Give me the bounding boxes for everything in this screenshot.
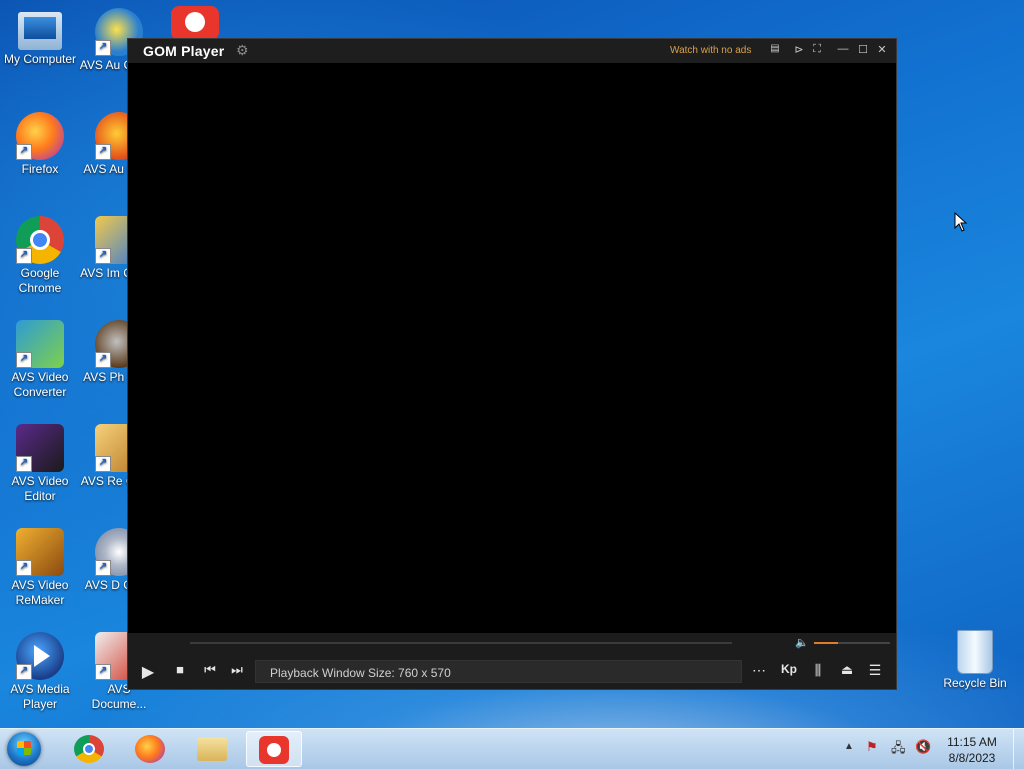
shortcut-arrow-icon: ↗ bbox=[95, 40, 111, 56]
taskbar-chrome[interactable] bbox=[62, 731, 118, 767]
windows-logo-icon bbox=[17, 741, 31, 755]
taskbar-explorer[interactable] bbox=[185, 731, 241, 767]
gom-titlebar[interactable]: GOM Player ⚙ Watch with no ads ▤ ⊳ ⛶ — ☐… bbox=[128, 39, 896, 63]
firefox-icon bbox=[135, 735, 165, 763]
desktop-icon-firefox[interactable]: ↗ Firefox bbox=[0, 112, 80, 177]
desktop-icon-chrome[interactable]: ↗ Google Chrome bbox=[0, 216, 80, 296]
icon-label: Recycle Bin bbox=[943, 676, 1007, 690]
avs-video-editor-icon: ↗ bbox=[16, 424, 64, 472]
volume-slider-fill bbox=[814, 642, 839, 644]
gom-player-window[interactable]: GOM Player ⚙ Watch with no ads ▤ ⊳ ⛶ — ☐… bbox=[127, 38, 897, 690]
avs-media-player-icon: ↗ bbox=[16, 632, 64, 680]
control-bar: 🔈 ▶ ■ ⏮ ⏭ Playback Window Size: 760 x 57… bbox=[128, 633, 896, 689]
desktop-icon-avs-video-remaker[interactable]: ↗ AVS Video ReMaker bbox=[0, 528, 80, 608]
stop-button[interactable]: ■ bbox=[170, 662, 190, 677]
icon-label: AVS Video Editor bbox=[11, 474, 69, 503]
recycle-bin-icon bbox=[957, 630, 993, 674]
shortcut-arrow-icon: ↗ bbox=[95, 664, 111, 680]
shortcut-arrow-icon: ↗ bbox=[16, 560, 32, 576]
equalizer-button[interactable]: ⫼ bbox=[808, 662, 828, 679]
shortcut-arrow-icon: ↗ bbox=[16, 456, 32, 472]
watch-no-ads-link[interactable]: Watch with no ads bbox=[670, 45, 751, 56]
desktop-icon-avs-video-editor[interactable]: ↗ AVS Video Editor bbox=[0, 424, 80, 504]
kp-button[interactable]: Kp bbox=[779, 662, 799, 676]
show-hidden-icons[interactable]: ▲ bbox=[844, 741, 854, 752]
next-button[interactable]: ⏭ bbox=[227, 662, 247, 678]
desktop-icon-recycle-bin[interactable]: Recycle Bin bbox=[935, 630, 1015, 691]
start-button[interactable] bbox=[7, 732, 41, 766]
gom-logo: GOM Player bbox=[143, 43, 225, 59]
taskbar: ▲ ⚑ 🖧 🔇 11:15 AM 8/8/2023 bbox=[0, 728, 1024, 769]
video-area[interactable] bbox=[128, 63, 896, 635]
show-desktop-button[interactable] bbox=[1013, 729, 1024, 769]
shortcut-arrow-icon: ↗ bbox=[95, 560, 111, 576]
icon-label: My Computer bbox=[3, 52, 77, 66]
folder-icon bbox=[197, 737, 227, 761]
desktop-icon-my-computer[interactable]: My Computer bbox=[0, 8, 80, 67]
maximize-icon[interactable]: ☐ bbox=[856, 43, 870, 56]
gear-icon[interactable]: ⚙ bbox=[236, 42, 249, 59]
shortcut-arrow-icon: ↗ bbox=[16, 664, 32, 680]
taskbar-gom-player[interactable] bbox=[246, 731, 302, 767]
my-computer-icon bbox=[18, 12, 62, 50]
play-button[interactable]: ▶ bbox=[138, 662, 158, 682]
shortcut-arrow-icon: ↗ bbox=[95, 144, 111, 160]
avs-video-remaker-icon: ↗ bbox=[16, 528, 64, 576]
eject-button[interactable]: ⏏ bbox=[837, 662, 857, 678]
chrome-icon bbox=[74, 735, 104, 763]
mini-player-icon[interactable]: ⊳ bbox=[792, 43, 806, 56]
clock-time[interactable]: 11:15 AM bbox=[937, 735, 1007, 749]
volume-icon[interactable]: 🔈 bbox=[795, 636, 809, 649]
volume-muted-icon[interactable]: 🔇 bbox=[915, 739, 931, 755]
minimize-icon[interactable]: — bbox=[836, 43, 850, 55]
desktop-icon-avs-video-converter[interactable]: ↗ AVS Video Converter bbox=[0, 320, 80, 400]
status-display: Playback Window Size: 760 x 570 bbox=[255, 660, 742, 683]
shortcut-arrow-icon: ↗ bbox=[95, 456, 111, 472]
previous-button[interactable]: ⏮ bbox=[200, 662, 220, 678]
icon-label: AVS Video Converter bbox=[11, 370, 69, 399]
icon-label: Google Chrome bbox=[18, 266, 62, 295]
icon-label: Firefox bbox=[21, 162, 59, 176]
shortcut-arrow-icon: ↗ bbox=[16, 144, 32, 160]
action-center-icon[interactable]: ⚑ bbox=[866, 739, 878, 755]
shortcut-arrow-icon: ↗ bbox=[16, 352, 32, 368]
firefox-icon: ↗ bbox=[16, 112, 64, 160]
shortcut-arrow-icon: ↗ bbox=[16, 248, 32, 264]
icon-label: AVS Video ReMaker bbox=[11, 578, 69, 607]
subtitle-icon[interactable]: ▤ bbox=[768, 43, 782, 54]
desktop-icon-avs-media-player[interactable]: ↗ AVS Media Player bbox=[0, 632, 80, 712]
close-icon[interactable]: ✕ bbox=[875, 43, 889, 56]
mouse-cursor-icon bbox=[954, 212, 968, 232]
icon-label: AVS Media Player bbox=[10, 682, 70, 711]
desktop-icon-gom-player[interactable] bbox=[170, 6, 220, 42]
shortcut-arrow-icon: ↗ bbox=[95, 352, 111, 368]
clock-date[interactable]: 8/8/2023 bbox=[937, 751, 1007, 765]
volume-slider[interactable] bbox=[814, 642, 890, 644]
menu-button[interactable]: ☰ bbox=[865, 662, 885, 679]
taskbar-firefox[interactable] bbox=[123, 731, 179, 767]
seek-bar[interactable] bbox=[190, 642, 732, 644]
gom-player-icon bbox=[259, 736, 289, 764]
avs-video-converter-icon: ↗ bbox=[16, 320, 64, 368]
fullscreen-icon[interactable]: ⛶ bbox=[810, 43, 824, 56]
more-options-button[interactable]: ⋯ bbox=[749, 662, 769, 679]
shortcut-arrow-icon: ↗ bbox=[95, 248, 111, 264]
status-text: Playback Window Size: 760 x 570 bbox=[270, 666, 451, 680]
network-icon[interactable]: 🖧 bbox=[891, 739, 906, 761]
chrome-icon: ↗ bbox=[16, 216, 64, 264]
gom-player-icon bbox=[171, 6, 219, 40]
